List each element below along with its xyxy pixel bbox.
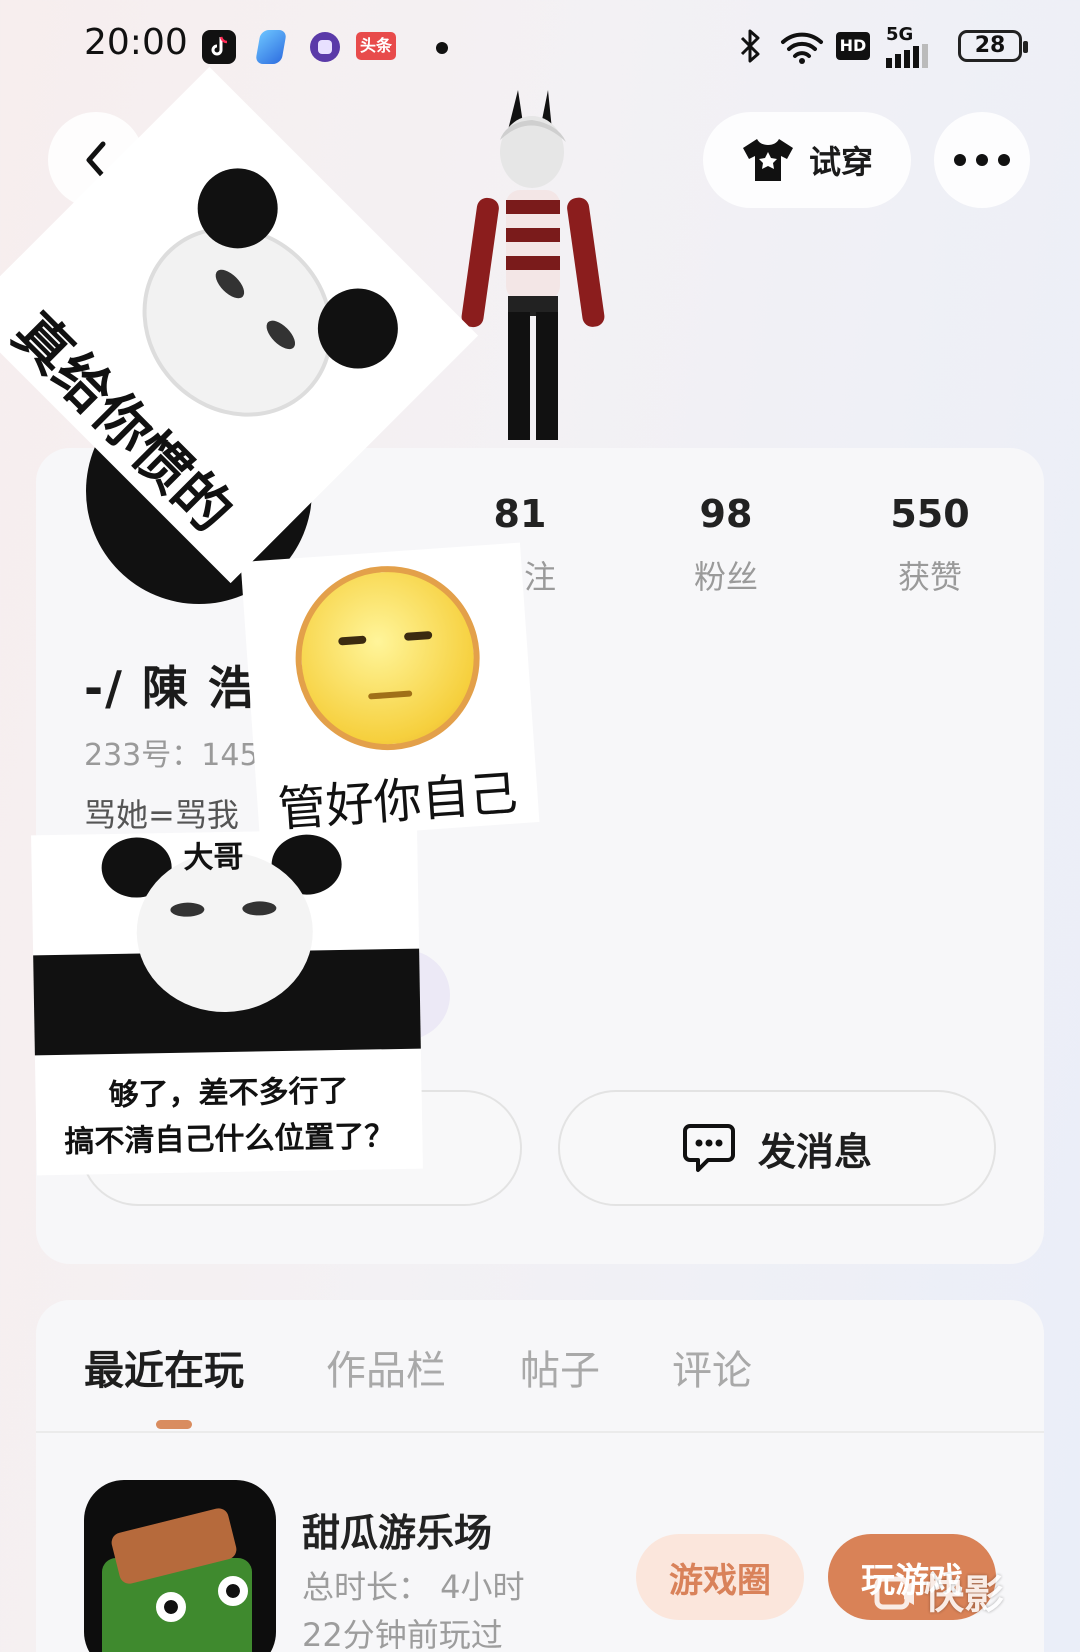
- likes-label: 获赞: [897, 558, 962, 596]
- wifi-icon: [780, 30, 824, 68]
- melon-eye-left: [156, 1592, 186, 1622]
- send-message-label: 发消息: [757, 1129, 872, 1174]
- watermark-text: 快影: [924, 1572, 1004, 1618]
- tab-comments[interactable]: 评论: [672, 1338, 752, 1396]
- game-last-played: 22分钟前玩过: [302, 1616, 503, 1652]
- followers-count[interactable]: 98: [646, 492, 806, 536]
- melon-eye-right: [218, 1576, 248, 1606]
- tab-active-indicator: [156, 1420, 192, 1429]
- likes-count: 550: [890, 492, 970, 536]
- profile-id-value: 145: [201, 738, 259, 773]
- profile-id-label: 233号：: [84, 738, 202, 773]
- followers-label: 粉丝: [693, 558, 758, 596]
- tab-recently-played[interactable]: 最近在玩: [84, 1338, 244, 1396]
- game-title[interactable]: 甜瓜游乐场: [302, 1502, 492, 1557]
- sticker-caption-enough-line2: 搞不清自己什么位置了？: [64, 1119, 395, 1160]
- blue-app-icon: [255, 30, 287, 64]
- avatar-character[interactable]: [448, 90, 618, 450]
- profile-name: -/ 陳 浩: [84, 661, 256, 715]
- signal-icon: [886, 44, 930, 72]
- kuaiying-logo-icon: [874, 1576, 914, 1610]
- game-circle-button[interactable]: 游戏圈: [636, 1534, 804, 1620]
- try-on-label: 试穿: [808, 143, 873, 181]
- sticker-panda-enough[interactable]: 大哥 够了，差不多行了 搞不清自己什么位置了？: [31, 828, 423, 1176]
- game-total-time: 总时长： 4小时: [302, 1568, 525, 1606]
- sticker-caption-enough-line1: 够了，差不多行了: [108, 1073, 349, 1114]
- bluetooth-icon: [738, 28, 764, 68]
- hd-badge: HD: [836, 32, 870, 60]
- send-message-button[interactable]: 发消息: [558, 1090, 996, 1206]
- game-icon[interactable]: [84, 1480, 276, 1652]
- notification-dot: [436, 42, 448, 54]
- more-options-button[interactable]: [934, 112, 1030, 208]
- tab-works[interactable]: 作品栏: [326, 1338, 446, 1396]
- moon-face: [289, 559, 486, 757]
- profile-id: 233号：145: [84, 730, 259, 774]
- status-time: 20:00: [84, 22, 188, 63]
- tshirt-icon: [742, 139, 793, 181]
- tab-divider: [36, 1431, 1044, 1433]
- following-count[interactable]: 81: [440, 492, 600, 536]
- toutiao-icon: 头条: [356, 32, 396, 60]
- battery-indicator: 28: [958, 30, 1028, 62]
- sticker-moon-face[interactable]: 管好你自己: [240, 542, 540, 842]
- try-on-button[interactable]: 试穿: [703, 112, 911, 208]
- kuaiying-watermark: 快影: [874, 1562, 1004, 1620]
- chat-bubble-icon: [682, 1124, 735, 1172]
- purple-app-icon: [310, 32, 340, 62]
- network-type: 5G: [886, 24, 914, 45]
- tiktok-icon: [202, 30, 236, 64]
- sticker-caption-bro: 大哥: [183, 839, 244, 876]
- more-dots-icon: [954, 154, 1010, 166]
- profile-bio: 骂她=骂我: [84, 796, 239, 834]
- tab-posts[interactable]: 帖子: [520, 1338, 600, 1396]
